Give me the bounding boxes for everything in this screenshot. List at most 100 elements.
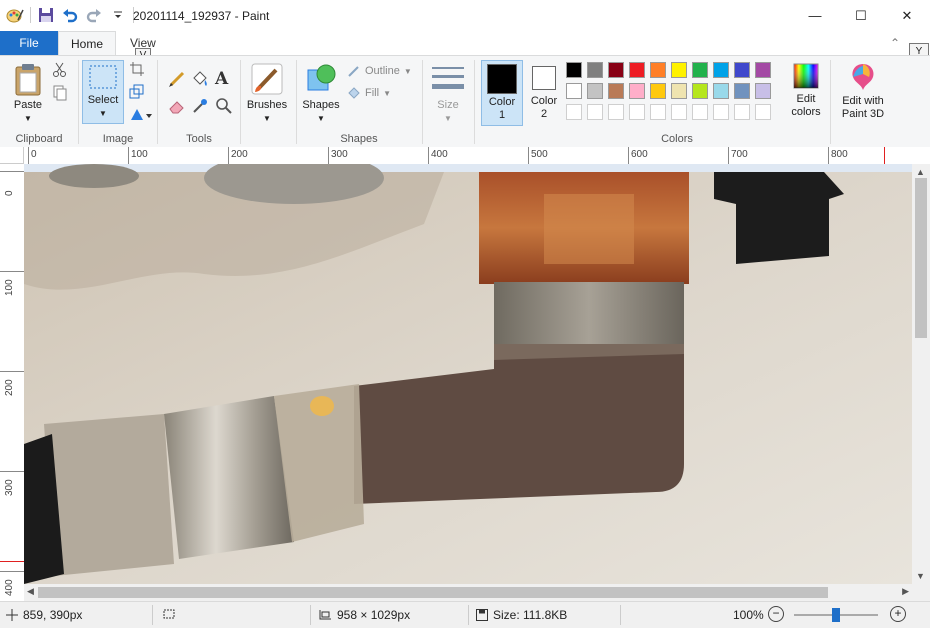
- zoom-slider[interactable]: [794, 608, 878, 622]
- palette-swatch[interactable]: [713, 62, 729, 78]
- custom-color-slot[interactable]: [671, 104, 687, 120]
- eraser-icon[interactable]: [168, 97, 186, 115]
- tools-group-label: Tools: [186, 133, 212, 145]
- vertical-scroll-thumb[interactable]: [915, 178, 927, 338]
- canvas-photo: [24, 164, 912, 584]
- palette-swatch[interactable]: [692, 83, 708, 99]
- tab-file[interactable]: File: [0, 31, 58, 55]
- scroll-down-icon[interactable]: ▼: [916, 571, 925, 581]
- shapes-group: Shapes ▼ Outline ▼ Fill ▼ Shapes: [297, 56, 421, 148]
- palette-swatch[interactable]: [608, 83, 624, 99]
- palette-swatch[interactable]: [755, 62, 771, 78]
- cut-icon[interactable]: [52, 62, 70, 80]
- palette-swatch[interactable]: [566, 62, 582, 78]
- scroll-right-icon[interactable]: ▶: [902, 586, 909, 597]
- custom-color-slot[interactable]: [587, 104, 603, 120]
- outline-button[interactable]: Outline ▼: [347, 64, 412, 78]
- rotate-icon[interactable]: [129, 106, 152, 124]
- fill-bucket-icon[interactable]: [191, 70, 209, 88]
- ruler-tick-label: 300: [331, 149, 348, 160]
- brushes-dropdown-icon[interactable]: ▼: [244, 112, 290, 125]
- palette-swatch[interactable]: [692, 62, 708, 78]
- shapes-dropdown-icon[interactable]: ▼: [301, 112, 341, 125]
- palette-swatch[interactable]: [713, 83, 729, 99]
- palette-swatch[interactable]: [629, 83, 645, 99]
- color2-button[interactable]: Color 2: [524, 60, 564, 126]
- vertical-scrollbar[interactable]: ▲ ▼: [912, 164, 930, 584]
- ruler-tick-h: 100: [128, 147, 148, 164]
- palette-swatch[interactable]: [650, 62, 666, 78]
- custom-color-slot[interactable]: [734, 104, 750, 120]
- color-picker-icon[interactable]: [191, 97, 209, 115]
- pencil-icon[interactable]: [168, 70, 186, 88]
- palette-swatch[interactable]: [734, 62, 750, 78]
- resize-icon[interactable]: [129, 84, 147, 102]
- collapse-ribbon-icon[interactable]: ⌃: [890, 36, 900, 50]
- redo-icon[interactable]: [85, 6, 103, 24]
- scroll-left-icon[interactable]: ◀: [27, 586, 34, 597]
- custom-color-slot[interactable]: [692, 104, 708, 120]
- brushes-label: Brushes: [246, 99, 288, 111]
- color2-swatch: [532, 66, 556, 90]
- separator: [30, 7, 31, 23]
- crop-icon[interactable]: [129, 61, 147, 79]
- palette-swatch[interactable]: [587, 62, 603, 78]
- customize-toolbar-icon[interactable]: [109, 6, 127, 24]
- shapes-button[interactable]: Shapes ▼: [301, 62, 341, 125]
- tab-home[interactable]: Home: [58, 31, 117, 56]
- magnifier-icon[interactable]: [215, 97, 233, 115]
- palette-swatch[interactable]: [566, 83, 582, 99]
- custom-color-slot[interactable]: [629, 104, 645, 120]
- horizontal-scrollbar[interactable]: ◀ ▶: [24, 584, 912, 601]
- minimize-button[interactable]: —: [792, 0, 838, 31]
- zoom-in-button[interactable]: +: [890, 606, 906, 622]
- palette-swatch[interactable]: [671, 83, 687, 99]
- separator: [830, 60, 831, 144]
- horizontal-scroll-thumb[interactable]: [38, 587, 828, 598]
- close-button[interactable]: ✕: [884, 0, 930, 31]
- brushes-button[interactable]: Brushes ▼: [244, 62, 290, 125]
- fill-button[interactable]: Fill ▼: [347, 86, 391, 100]
- zoom-slider-thumb[interactable]: [832, 608, 840, 622]
- ruler-tick-label: 100: [131, 149, 148, 160]
- custom-color-slot[interactable]: [755, 104, 771, 120]
- custom-color-slot[interactable]: [566, 104, 582, 120]
- edit-colors-label-line1: Edit: [796, 93, 816, 105]
- horizontal-ruler: 0 100 200 300 400 500 600 700 800: [24, 147, 930, 165]
- text-tool-icon[interactable]: A: [215, 69, 233, 89]
- palette-swatch[interactable]: [755, 83, 771, 99]
- ruler-tick-label: 0: [31, 149, 37, 160]
- palette-swatch[interactable]: [608, 62, 624, 78]
- fill-dropdown-icon: ▼: [383, 88, 391, 98]
- paste-dropdown-icon[interactable]: ▼: [8, 112, 48, 125]
- paste-button[interactable]: Paste ▼: [8, 62, 48, 125]
- color1-button[interactable]: Color 1: [481, 60, 523, 126]
- zoom-out-button[interactable]: −: [768, 606, 784, 622]
- palette-swatch[interactable]: [734, 83, 750, 99]
- paint-app-icon[interactable]: [6, 6, 24, 24]
- palette-swatch[interactable]: [587, 83, 603, 99]
- ruler-tick-label: 0: [4, 190, 15, 196]
- edit-with-paint3d-button[interactable]: Edit with Paint 3D: [836, 62, 890, 121]
- select-button[interactable]: Select ▼: [82, 60, 124, 124]
- save-icon[interactable]: [37, 6, 55, 24]
- scroll-up-icon[interactable]: ▲: [916, 167, 925, 177]
- custom-color-slot[interactable]: [650, 104, 666, 120]
- copy-icon[interactable]: [52, 85, 70, 103]
- maximize-button[interactable]: ☐: [838, 0, 884, 31]
- select-rectangle-icon: [89, 65, 117, 89]
- custom-color-slot[interactable]: [713, 104, 729, 120]
- size-button[interactable]: Size ▼: [428, 64, 468, 125]
- ruler-tick-label: 100: [4, 279, 15, 296]
- clipboard-icon: [15, 64, 41, 96]
- palette-swatch[interactable]: [650, 83, 666, 99]
- separator: [152, 605, 153, 625]
- edit-colors-button[interactable]: Edit colors: [786, 62, 826, 119]
- palette-swatch[interactable]: [629, 62, 645, 78]
- undo-icon[interactable]: [61, 6, 79, 24]
- custom-color-slot[interactable]: [608, 104, 624, 120]
- palette-swatch[interactable]: [671, 62, 687, 78]
- select-dropdown-icon[interactable]: ▼: [83, 107, 123, 120]
- drawing-canvas[interactable]: [24, 164, 912, 584]
- ruler-tick-label: 200: [4, 379, 15, 396]
